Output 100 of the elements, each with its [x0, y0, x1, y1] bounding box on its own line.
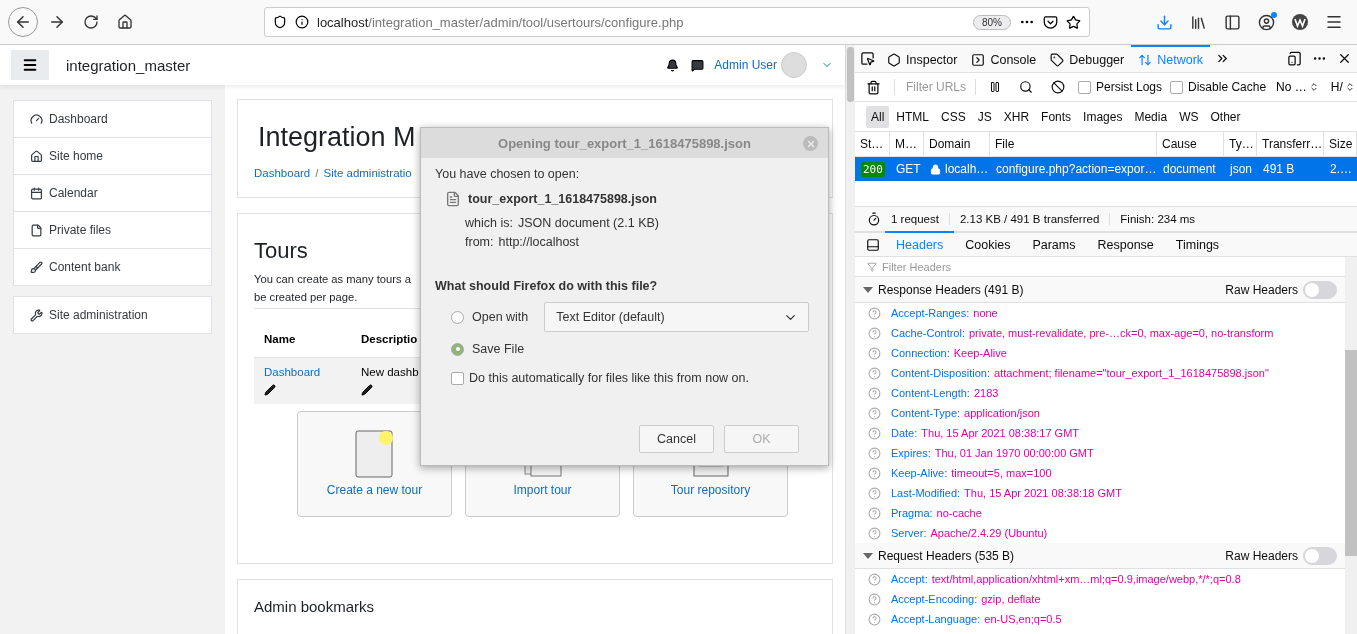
- sidebar-item[interactable]: Content bank: [13, 248, 212, 286]
- library-icon: [1189, 13, 1207, 31]
- devtools-tab[interactable]: Inspector: [880, 45, 965, 72]
- intro-text: You can create as many tours a: [254, 272, 411, 287]
- detail-tab[interactable]: Params: [1021, 231, 1087, 256]
- header-line: Connection: Keep-Alive: [891, 347, 1007, 359]
- zoom-level[interactable]: 80%: [973, 14, 1011, 30]
- column-header[interactable]: Ty…: [1224, 132, 1257, 156]
- up-down-caret-icon: [1308, 82, 1319, 92]
- checkbox[interactable]: [1170, 80, 1184, 94]
- chat-icon[interactable]: [691, 58, 705, 72]
- tour-name-link[interactable]: Dashboard: [264, 366, 321, 378]
- breadcrumb-link[interactable]: Site administratio: [323, 167, 412, 179]
- column-header[interactable]: Transferr…: [1257, 132, 1324, 156]
- sidebar-label: Dashboard: [49, 112, 108, 126]
- user-menu[interactable]: Admin User: [714, 58, 777, 72]
- header-line: Expires: Thu, 01 Jan 1970 00:00:00 GMT: [891, 447, 1094, 459]
- radio-label: Open with: [472, 310, 529, 324]
- block-icon: [1051, 80, 1065, 94]
- section-title: Tours: [254, 238, 308, 264]
- type-filter[interactable]: All: [866, 105, 890, 128]
- detail-tab[interactable]: Response: [1086, 231, 1165, 256]
- pocket-icon[interactable]: [1043, 14, 1058, 30]
- table-cell-text: document: [1162, 162, 1217, 176]
- search-icon: [1019, 80, 1033, 94]
- filter-urls-field[interactable]: Filter URLs: [894, 79, 976, 95]
- section-header[interactable]: Request Headers (535 B) Raw Headers: [855, 543, 1345, 569]
- section-header[interactable]: Response Headers (491 B) Raw Headers: [855, 277, 1345, 303]
- type-filter[interactable]: Images: [1078, 105, 1128, 128]
- application-select[interactable]: Text Editor (default): [544, 302, 810, 332]
- bell-icon[interactable]: [666, 58, 680, 72]
- type-filter[interactable]: JS: [972, 105, 997, 128]
- table-cell-text: json: [1228, 162, 1253, 176]
- sidebar-item[interactable]: Dashboard: [13, 100, 212, 138]
- house-icon: [30, 149, 43, 163]
- type-filter[interactable]: WS: [1174, 105, 1204, 128]
- column-header[interactable]: Cause: [1157, 132, 1224, 156]
- caret-icon[interactable]: [863, 286, 873, 293]
- checkbox-option[interactable]: Disable Cache: [1170, 80, 1267, 94]
- devtools-tab[interactable]: Console: [964, 45, 1044, 72]
- column-header[interactable]: St…: [855, 132, 890, 156]
- detail-tab[interactable]: Timings: [1164, 231, 1231, 256]
- filter-headers-field[interactable]: Filter Headers: [880, 259, 1000, 274]
- sidebar-label: Site administration: [49, 308, 148, 322]
- wrench-icon: [30, 308, 43, 322]
- sidebar-icon: [1223, 13, 1241, 31]
- detail-tab[interactable]: Cookies: [954, 231, 1022, 256]
- table-cell-text: 491 B: [1262, 162, 1296, 176]
- user-icon: [1257, 13, 1275, 31]
- section-title: Admin bookmarks: [254, 598, 376, 615]
- type-filter[interactable]: Fonts: [1036, 105, 1077, 128]
- raw-headers-toggle[interactable]: [1303, 280, 1337, 299]
- address-bar[interactable]: localhost/integration_master/admin/tool/usertours/configure.php 80%: [264, 7, 1090, 37]
- column-header[interactable]: M…: [890, 132, 924, 156]
- sidebar-item[interactable]: Site administration: [13, 296, 212, 334]
- radio-button[interactable]: [451, 342, 464, 356]
- header-line: Accept-Language: en-US,en;q=0.5: [891, 613, 1062, 625]
- console-icon: [971, 52, 986, 67]
- radio-button[interactable]: [451, 310, 464, 324]
- detail-tab[interactable]: Headers: [885, 231, 955, 256]
- pause-icon: [989, 81, 1001, 93]
- raw-headers-toggle[interactable]: [1303, 546, 1337, 565]
- devtools-tab[interactable]: Network: [1131, 45, 1211, 72]
- summary-text: 1 request: [891, 213, 950, 225]
- table-cell-text: GET: [895, 162, 922, 176]
- checkbox[interactable]: [451, 371, 464, 385]
- caret-icon[interactable]: [863, 552, 873, 559]
- request-row[interactable]: 200 GET localh… configure.php?action=expor… document json 491 B 2.…: [855, 157, 1357, 181]
- dropdown-select[interactable]: No …: [1274, 80, 1321, 94]
- pencil-icon[interactable]: [361, 384, 373, 396]
- checkbox-option[interactable]: Persist Logs: [1078, 80, 1163, 94]
- checkbox[interactable]: [1078, 80, 1091, 94]
- summary-text: 2.13 KB / 491 B transferred: [959, 213, 1111, 225]
- devtools-tab[interactable]: Debugger: [1043, 45, 1132, 72]
- column-header[interactable]: File: [990, 132, 1157, 156]
- raw-headers-label: Raw Headers: [1225, 282, 1298, 297]
- type-filter[interactable]: XHR: [998, 105, 1035, 128]
- gauge-icon: [30, 112, 43, 126]
- menu-icon: [22, 57, 38, 73]
- column-header[interactable]: Domain: [924, 132, 990, 156]
- header-line: Cache-Control: private, must-revalidate, pre-…ck=0, max-age=0, no-transform: [891, 327, 1274, 339]
- sidebar-item[interactable]: Site home: [13, 137, 212, 175]
- dialog-button[interactable]: Cancel: [639, 425, 714, 453]
- dropdown-select[interactable]: H/: [1328, 80, 1357, 94]
- header-line: Date: Thu, 15 Apr 2021 08:38:17 GMT: [891, 427, 1080, 439]
- detail-label: which is:: [465, 216, 513, 230]
- column-header[interactable]: Size: [1324, 132, 1357, 156]
- arrow-right-icon: [48, 13, 66, 31]
- column-header: Name: [264, 333, 296, 345]
- sidebar-item[interactable]: Calendar: [13, 174, 212, 212]
- pencil-icon[interactable]: [264, 384, 276, 396]
- breadcrumb-link[interactable]: Dashboard: [254, 167, 311, 179]
- star-icon[interactable]: [1066, 14, 1081, 30]
- menu-icon: [1325, 13, 1343, 31]
- type-filter[interactable]: CSS: [936, 105, 971, 128]
- type-filter[interactable]: HTML: [891, 105, 934, 128]
- sidebar-item[interactable]: Private files: [13, 211, 212, 249]
- menu-button[interactable]: [11, 50, 49, 80]
- type-filter[interactable]: Other: [1205, 105, 1246, 128]
- type-filter[interactable]: Media: [1129, 105, 1173, 128]
